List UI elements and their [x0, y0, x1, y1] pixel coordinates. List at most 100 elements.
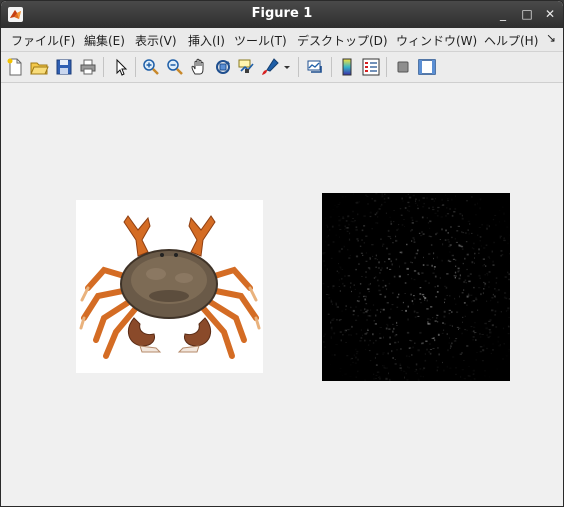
speckle	[356, 376, 357, 378]
rotate-3d-icon[interactable]	[213, 57, 233, 77]
speckle	[335, 235, 337, 236]
speckle	[461, 292, 464, 294]
speckle	[378, 284, 380, 287]
menu-overflow-icon[interactable]: ↘	[546, 31, 556, 45]
legend-icon[interactable]	[361, 57, 381, 77]
speckle	[367, 344, 370, 346]
speckle	[326, 225, 328, 227]
menu-file[interactable]: ファイル(F)	[11, 32, 75, 49]
speckle	[422, 369, 424, 371]
brush-icon[interactable]	[260, 57, 280, 77]
speckle	[324, 252, 326, 253]
speckle	[500, 311, 501, 312]
menu-insert[interactable]: 挿入(I)	[188, 32, 225, 49]
speckle	[473, 370, 475, 372]
speckle	[481, 334, 484, 335]
speckle	[434, 320, 437, 322]
speckle	[330, 364, 331, 365]
new-figure-icon[interactable]	[5, 57, 25, 77]
link-plot-icon[interactable]	[305, 57, 325, 77]
speckle	[340, 339, 342, 342]
minimize-button[interactable]: _	[495, 7, 511, 21]
speckle	[455, 373, 457, 375]
speckle	[471, 232, 473, 234]
speckle	[466, 253, 469, 256]
speckle	[334, 205, 336, 206]
print-icon[interactable]	[78, 57, 98, 77]
menu-window[interactable]: ウィンドウ(W)	[396, 32, 477, 49]
show-plot-tools-icon[interactable]	[417, 57, 437, 77]
speckle	[331, 326, 333, 329]
speckle	[447, 349, 449, 352]
speckle	[385, 327, 388, 330]
magnitude-image-axes[interactable]	[322, 193, 510, 381]
speckle	[464, 315, 466, 317]
colorbar-icon[interactable]	[337, 57, 357, 77]
speckle	[499, 236, 501, 239]
speckle	[414, 371, 416, 372]
dropdown-arrow-icon[interactable]	[282, 57, 292, 77]
speckle	[344, 331, 346, 333]
crab-image-axes[interactable]	[76, 200, 263, 373]
open-file-icon[interactable]	[29, 57, 49, 77]
speckle	[328, 297, 331, 299]
speckle	[364, 308, 366, 311]
speckle	[456, 311, 459, 313]
speckle	[338, 206, 339, 207]
speckle	[453, 211, 456, 213]
speckle	[355, 228, 358, 231]
menu-view[interactable]: 表示(V)	[135, 32, 177, 49]
speckle	[446, 333, 448, 335]
speckle	[338, 272, 340, 274]
speckle	[483, 281, 485, 284]
figure-canvas[interactable]	[1, 83, 563, 506]
speckle	[482, 349, 485, 352]
speckle	[423, 367, 426, 370]
speckle	[399, 363, 401, 365]
menu-help[interactable]: ヘルプ(H)	[484, 32, 538, 49]
menu-bar: ファイル(F) 編集(E) 表示(V) 挿入(I) ツール(T) デスクトップ(…	[1, 28, 563, 52]
speckle	[390, 237, 392, 240]
speckle	[420, 235, 423, 237]
speckle	[466, 200, 468, 202]
speckle	[489, 319, 492, 321]
speckle	[423, 256, 424, 259]
speckle	[449, 347, 451, 349]
speckle	[394, 335, 396, 337]
speckle	[342, 282, 344, 285]
speckle	[479, 333, 481, 335]
speckle	[412, 194, 415, 197]
pan-hand-icon[interactable]	[189, 57, 209, 77]
speckle	[479, 346, 483, 348]
speckle	[372, 333, 374, 336]
menu-tools[interactable]: ツール(T)	[234, 32, 287, 49]
speckle	[495, 297, 496, 298]
title-bar[interactable]: Figure 1 _ □ ✕	[1, 1, 563, 28]
speckle	[420, 302, 422, 304]
menu-edit[interactable]: 編集(E)	[84, 32, 125, 49]
hide-plot-tools-icon[interactable]	[393, 57, 413, 77]
speckle	[444, 323, 446, 325]
speckle	[471, 247, 473, 249]
pointer-icon[interactable]	[110, 57, 130, 77]
speckle	[345, 342, 347, 343]
maximize-button[interactable]: □	[519, 7, 535, 21]
speckle	[392, 292, 394, 294]
data-cursor-icon[interactable]	[237, 57, 257, 77]
speckle	[369, 360, 372, 362]
speckle	[491, 309, 494, 312]
speckle	[407, 193, 409, 195]
speckle	[484, 370, 486, 372]
speckle	[414, 256, 416, 259]
speckle	[336, 270, 338, 272]
speckle	[358, 300, 360, 303]
speckle	[438, 353, 440, 356]
speckle	[331, 329, 333, 331]
zoom-out-icon[interactable]	[165, 57, 185, 77]
speckle	[387, 367, 388, 369]
menu-desktop[interactable]: デスクトップ(D)	[297, 32, 388, 49]
close-button[interactable]: ✕	[542, 7, 558, 21]
zoom-in-icon[interactable]	[141, 57, 161, 77]
speckle	[446, 213, 450, 215]
save-icon[interactable]	[54, 57, 74, 77]
